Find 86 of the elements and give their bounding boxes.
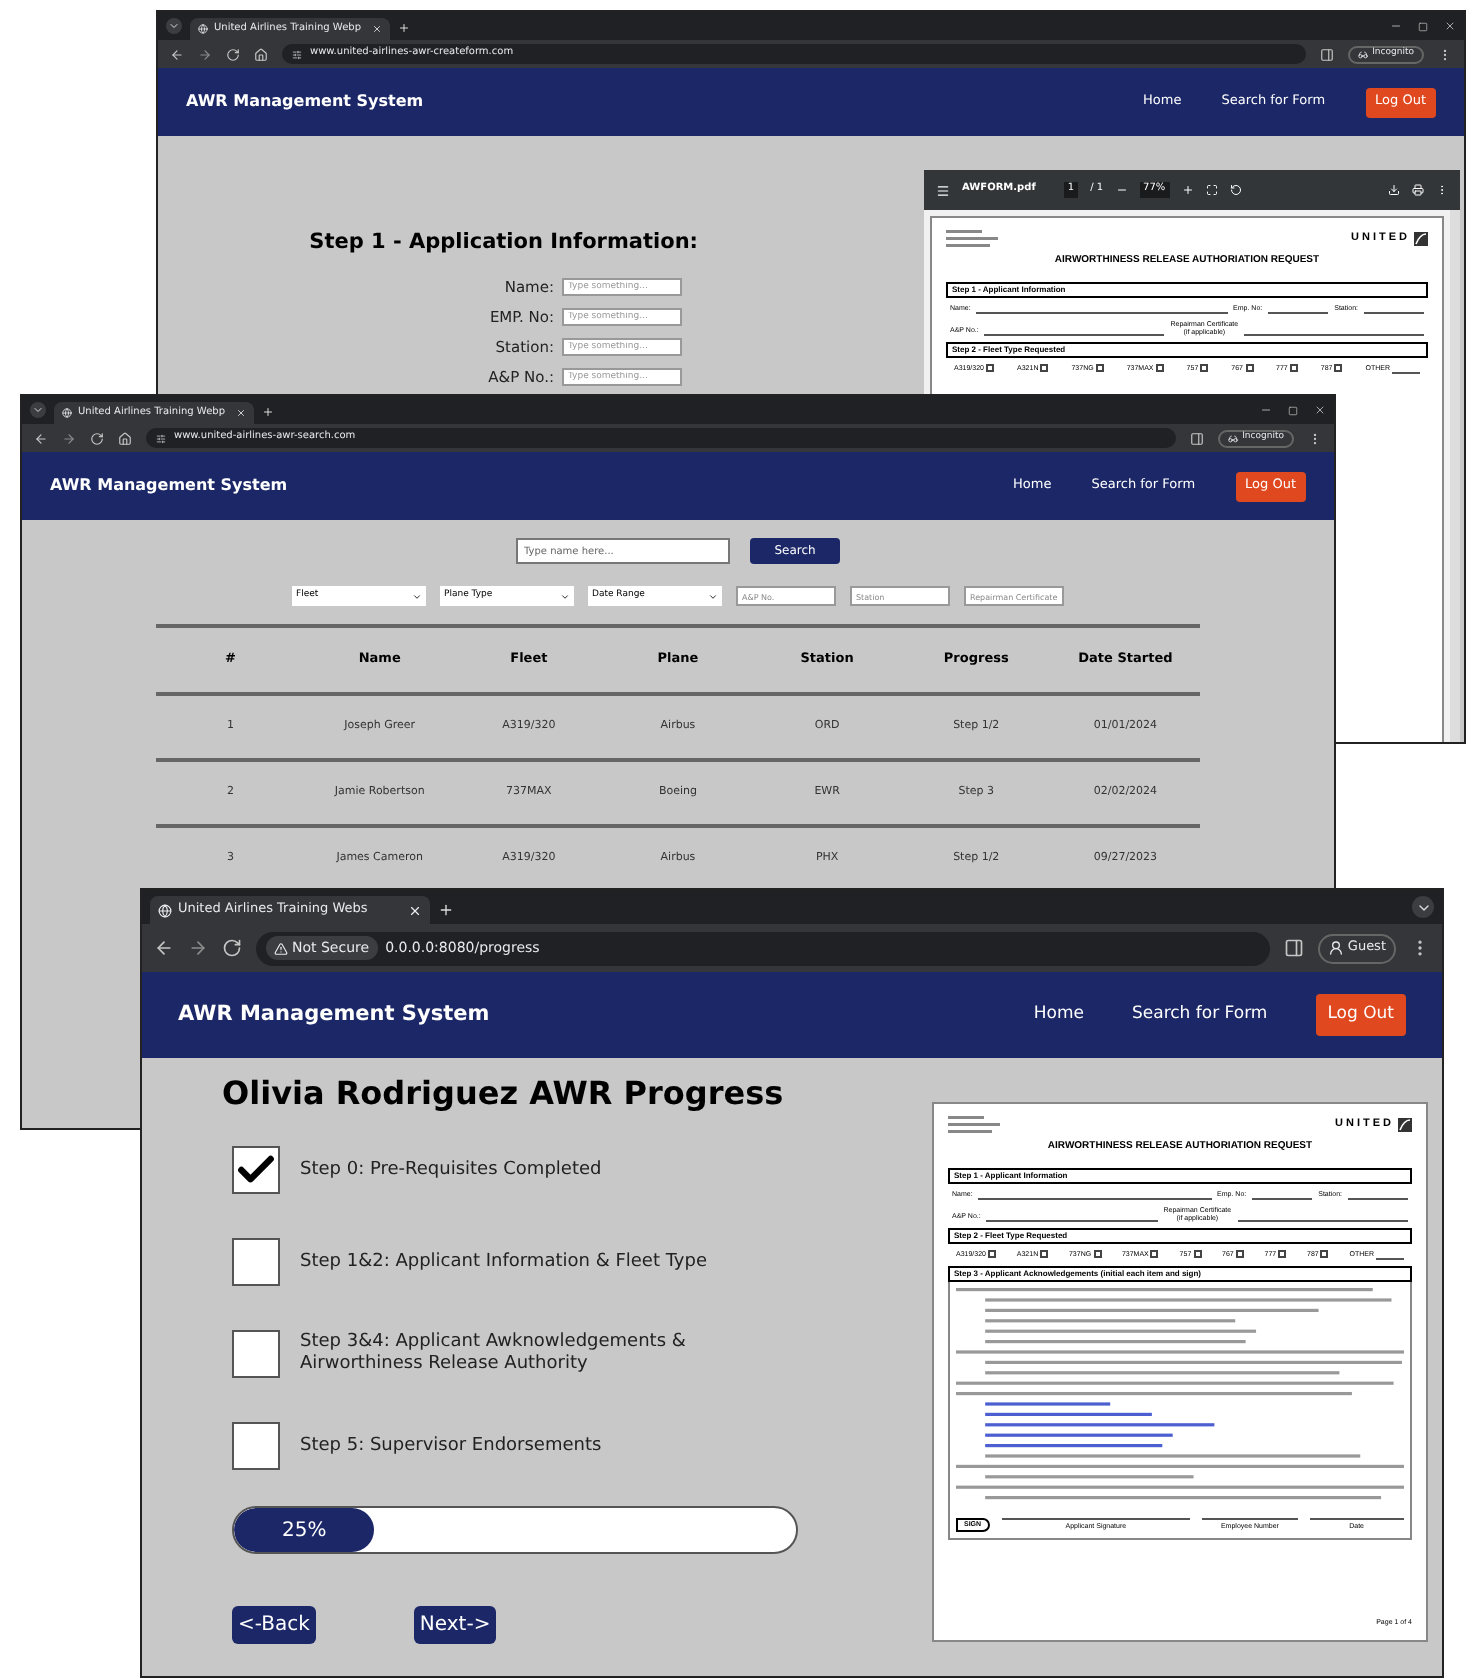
caret-icon bbox=[412, 591, 422, 601]
tab-search-button[interactable] bbox=[166, 18, 182, 34]
maximize-icon[interactable] bbox=[1418, 21, 1428, 31]
step-label: Step 5: Supervisor Endorsements bbox=[300, 1435, 604, 1457]
checkbox[interactable] bbox=[1155, 364, 1164, 373]
back-icon[interactable] bbox=[154, 938, 174, 958]
menu-icon[interactable] bbox=[936, 183, 950, 197]
tab-search-button[interactable] bbox=[1412, 896, 1434, 918]
home-icon[interactable] bbox=[254, 47, 268, 61]
step-label: Step 0: Pre-Requisites Completed bbox=[300, 1159, 604, 1181]
checkbox[interactable] bbox=[1320, 1250, 1329, 1259]
globe-icon bbox=[158, 903, 172, 917]
checkbox[interactable] bbox=[1040, 364, 1049, 373]
forward-icon[interactable] bbox=[62, 431, 76, 445]
caret-icon bbox=[32, 404, 44, 416]
caret-icon bbox=[560, 591, 570, 601]
new-tab-icon[interactable] bbox=[438, 902, 454, 918]
checkbox[interactable] bbox=[986, 364, 994, 373]
checkbox[interactable] bbox=[1278, 1250, 1287, 1259]
checkbox[interactable] bbox=[1095, 364, 1104, 373]
page-title: Olivia Rodriguez AWR Progress bbox=[222, 1072, 786, 1116]
step-label: Step 3&4: Applicant Awknowledgements & Airworthiness Release Authority bbox=[300, 1332, 688, 1376]
checkbox[interactable] bbox=[1193, 1250, 1202, 1259]
progress-label: 25% bbox=[282, 1517, 327, 1545]
checkbox[interactable] bbox=[232, 1146, 280, 1194]
caret-icon bbox=[168, 20, 180, 32]
brand-title: AWR Management System bbox=[186, 90, 424, 114]
nav-button[interactable]: <-Back bbox=[232, 1606, 316, 1644]
side-panel-icon[interactable] bbox=[1283, 938, 1304, 958]
minimize-icon[interactable] bbox=[1260, 404, 1272, 416]
back-icon[interactable] bbox=[170, 47, 184, 61]
checkbox[interactable] bbox=[1040, 1250, 1049, 1259]
maximize-icon[interactable] bbox=[1288, 405, 1298, 415]
logout-button[interactable]: Log Out bbox=[1315, 994, 1406, 1036]
zoom-out-icon[interactable] bbox=[1115, 184, 1128, 196]
checkbox[interactable] bbox=[232, 1422, 280, 1470]
checkbox[interactable] bbox=[988, 1250, 996, 1259]
form-header-text-drawing bbox=[948, 1116, 1004, 1134]
globe-icon bbox=[198, 24, 208, 34]
checkbox[interactable] bbox=[1093, 1250, 1102, 1259]
tab-search-button[interactable] bbox=[30, 402, 46, 418]
logo-icon bbox=[1414, 231, 1428, 246]
reload-icon[interactable] bbox=[222, 938, 242, 958]
menu-icon[interactable] bbox=[1438, 47, 1452, 61]
globe-icon bbox=[62, 408, 72, 418]
form-heading: Step 1 - Application Information: bbox=[309, 228, 698, 258]
reload-icon[interactable] bbox=[90, 431, 104, 445]
home-icon[interactable] bbox=[118, 431, 132, 445]
side-panel-icon[interactable] bbox=[1320, 47, 1335, 61]
rotate-icon[interactable] bbox=[1229, 184, 1242, 196]
checkbox[interactable] bbox=[1200, 364, 1209, 373]
new-tab-icon[interactable] bbox=[398, 22, 410, 34]
form-header-text-drawing bbox=[946, 230, 1002, 248]
download-icon[interactable] bbox=[1388, 184, 1400, 196]
glasses-icon bbox=[1228, 433, 1239, 443]
checkbox[interactable] bbox=[1150, 1250, 1159, 1259]
checkbox[interactable] bbox=[1235, 1250, 1244, 1259]
nav-link[interactable]: Home bbox=[1033, 1002, 1084, 1028]
print-icon[interactable] bbox=[1412, 184, 1424, 196]
sliders-icon[interactable] bbox=[292, 49, 302, 59]
checkbox[interactable] bbox=[1289, 364, 1298, 373]
person-icon bbox=[1327, 940, 1344, 956]
sliders-icon[interactable] bbox=[156, 433, 166, 443]
checkbox[interactable] bbox=[232, 1330, 280, 1378]
close-icon[interactable] bbox=[1444, 20, 1456, 32]
checkbox[interactable] bbox=[1245, 364, 1253, 373]
reload-icon[interactable] bbox=[226, 47, 240, 61]
zoom-in-icon[interactable] bbox=[1181, 184, 1194, 196]
checkbox[interactable] bbox=[232, 1238, 280, 1286]
new-tab-icon[interactable] bbox=[262, 406, 274, 418]
nav-button[interactable]: Next-> bbox=[413, 1606, 497, 1644]
checkbox[interactable] bbox=[1334, 364, 1343, 373]
logo-icon bbox=[1398, 1117, 1412, 1132]
back-icon[interactable] bbox=[34, 431, 48, 445]
brand-title: AWR Management System bbox=[178, 999, 490, 1030]
step-label: Step 1&2: Applicant Information & Fleet Type bbox=[300, 1251, 710, 1273]
brand-title: AWR Management System bbox=[50, 474, 288, 498]
forward-icon[interactable] bbox=[198, 47, 212, 61]
minimize-icon[interactable] bbox=[1390, 20, 1402, 32]
caret-icon bbox=[708, 591, 718, 601]
glasses-icon bbox=[1358, 49, 1369, 59]
close-icon[interactable] bbox=[1314, 404, 1326, 416]
forward-icon[interactable] bbox=[188, 938, 208, 958]
nav-link[interactable]: Search for Form bbox=[1131, 1002, 1268, 1028]
menu-icon[interactable] bbox=[1308, 431, 1322, 445]
side-panel-icon[interactable] bbox=[1190, 431, 1205, 445]
